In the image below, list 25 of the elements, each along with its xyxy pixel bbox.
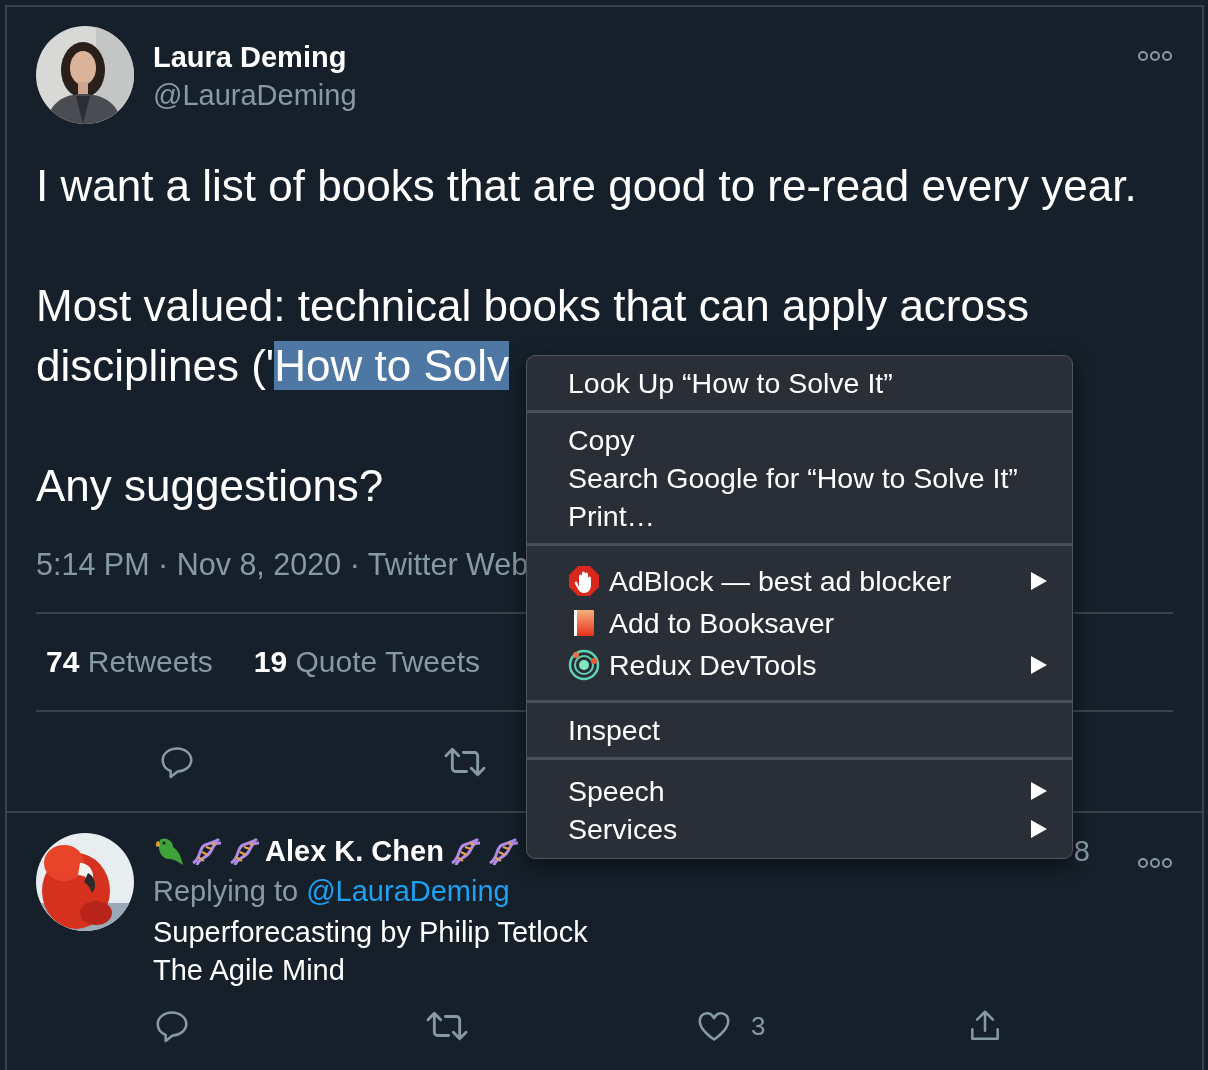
reply-text: Superforecasting by Philip Tetlock The Agile Mind bbox=[153, 915, 589, 988]
author-name[interactable]: Laura Deming bbox=[153, 39, 347, 75]
tweet-text: I want a list of books that are good to re-read every year. bbox=[36, 160, 1137, 212]
like-count: 3 bbox=[751, 1010, 766, 1042]
replying-to-text: Replying to @LauraDeming bbox=[153, 874, 511, 909]
tweet-text: Any suggestions? bbox=[36, 460, 384, 512]
stat-link[interactable]: 19 Quote Tweets bbox=[253, 645, 481, 679]
menu-item[interactable]: Search Google for “How to Solve It” bbox=[527, 459, 1072, 497]
stat-link[interactable]: 74 Retweets bbox=[46, 645, 213, 679]
menu-item[interactable]: Inspect bbox=[527, 711, 1072, 749]
menu-item[interactable]: Copy bbox=[527, 421, 1072, 459]
hand-stop-icon bbox=[568, 565, 600, 597]
menu-item[interactable]: Look Up “How to Solve It” bbox=[527, 364, 1072, 402]
tweet-date: 8 bbox=[1073, 834, 1090, 868]
more-icon[interactable] bbox=[1138, 50, 1172, 62]
author-handle[interactable]: @LauraDeming bbox=[153, 75, 357, 115]
author-name[interactable]: Alex K. Chen bbox=[265, 834, 444, 868]
menu-item[interactable]: Services bbox=[527, 810, 1072, 848]
menu-item[interactable]: Print… bbox=[527, 497, 1072, 535]
menu-item[interactable]: Redux DevTools bbox=[527, 644, 1072, 686]
menu-item[interactable]: Speech bbox=[527, 772, 1072, 810]
mention-link[interactable]: @LauraDeming bbox=[306, 875, 510, 907]
target-icon bbox=[568, 649, 600, 681]
more-icon[interactable] bbox=[1138, 857, 1172, 869]
menu-item[interactable]: AdBlock — best ad blocker bbox=[527, 560, 1072, 602]
